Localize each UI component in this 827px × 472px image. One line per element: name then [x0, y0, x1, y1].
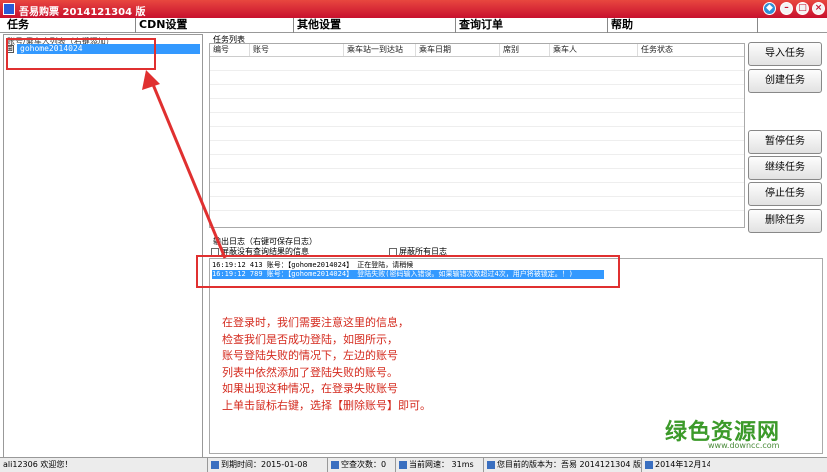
- grid-line: [210, 126, 744, 127]
- annotation-line: 账号登陆失败的情况下，左边的账号: [222, 349, 398, 362]
- minimize-button[interactable]: –: [780, 2, 793, 15]
- info-icon: [211, 460, 219, 469]
- column-header-id[interactable]: 编号: [210, 44, 250, 56]
- menu-other-settings[interactable]: 其他设置: [294, 18, 456, 33]
- annotation-line: 如果出现这种情况，在登录失败账号: [222, 382, 398, 395]
- menu-query-order[interactable]: 查询订单: [456, 18, 608, 33]
- column-header-account[interactable]: 账号: [250, 44, 344, 56]
- calendar-icon: [645, 460, 653, 469]
- grid-line: [210, 112, 744, 113]
- column-header-status[interactable]: 任务状态: [638, 44, 744, 56]
- menu-help[interactable]: 帮助: [608, 18, 758, 33]
- status-empty-count-text: 空查次数：0: [341, 460, 387, 469]
- import-task-button[interactable]: 导入任务: [748, 42, 822, 66]
- close-button[interactable]: ×: [812, 2, 825, 15]
- log-caption: 输出日志（右键可保存日志）: [213, 237, 317, 246]
- resume-task-button[interactable]: 继续任务: [748, 156, 822, 180]
- menu-bar: 任务 CDN设置 其他设置 查询订单 帮助: [0, 18, 827, 33]
- menu-task[interactable]: 任务: [4, 18, 136, 33]
- version-icon: [487, 460, 495, 469]
- status-empty-count: 空查次数：0: [328, 458, 396, 472]
- grid-line: [210, 140, 744, 141]
- annotation-line: 在登录时，我们需要注意这里的信息，: [222, 316, 409, 329]
- column-header-passenger[interactable]: 乘车人: [550, 44, 638, 56]
- grid-line: [210, 84, 744, 85]
- watermark-url: www.downcc.com: [708, 441, 780, 450]
- maximize-button[interactable]: □: [796, 2, 809, 15]
- window-title: 吾易购票 2014121304 版: [19, 7, 146, 18]
- status-expire: 到期时间：2015-01-08: [208, 458, 328, 472]
- speed-icon: [399, 460, 407, 469]
- grid-line: [210, 210, 744, 211]
- column-header-route[interactable]: 乘车站一到达站: [344, 44, 416, 56]
- status-speed-label: 当前网速：: [409, 460, 449, 469]
- column-header-date[interactable]: 乘车日期: [416, 44, 500, 56]
- account-list-panel[interactable]: 账号/乘车人列表（右键添加） ⊞ gohome2014024: [3, 34, 203, 458]
- column-header-seat[interactable]: 席别: [500, 44, 550, 56]
- stop-task-button[interactable]: 停止任务: [748, 182, 822, 206]
- grid-line: [210, 70, 744, 71]
- status-version-text: 您目前的版本为：吾易 2014121304 版: [497, 460, 641, 469]
- log-highlight-box: [196, 255, 620, 288]
- menu-cdn-settings[interactable]: CDN设置: [136, 18, 294, 33]
- status-date: 2014年12月14: [642, 458, 710, 472]
- status-user: ali12306 欢迎您！: [0, 458, 208, 472]
- skin-icon[interactable]: ◆: [763, 2, 776, 15]
- grid-line: [210, 196, 744, 197]
- task-list-group: 任务列表 编号 账号 乘车站一到达站 乘车日期 席别 乘车人 任务状态: [207, 34, 745, 230]
- header-divider: [210, 56, 744, 57]
- grid-line: [210, 98, 744, 99]
- status-expire-text: 到期时间：2015-01-08: [221, 460, 308, 469]
- create-task-button[interactable]: 创建任务: [748, 69, 822, 93]
- grid-line: [210, 154, 744, 155]
- status-date-text: 2014年12月14: [655, 460, 710, 469]
- account-highlight-box: [6, 38, 156, 70]
- status-bar: ali12306 欢迎您！ 到期时间：2015-01-08 空查次数：0 当前网…: [0, 457, 827, 472]
- annotation-line: 上单击鼠标右键，选择【删除账号】即可。: [222, 398, 431, 412]
- title-bar: 吾易购票 2014121304 版 ◆ – □ ×: [0, 0, 827, 18]
- delete-task-button[interactable]: 删除任务: [748, 209, 822, 233]
- grid-line: [210, 182, 744, 183]
- annotation-text: 在登录时，我们需要注意这里的信息， 检查我们是否成功登陆，如图所示， 账号登陆失…: [222, 315, 431, 414]
- status-speed-value: 31ms: [451, 460, 474, 469]
- annotation-line: 检查我们是否成功登陆，如图所示，: [222, 332, 398, 346]
- status-version: 您目前的版本为：吾易 2014121304 版: [484, 458, 642, 472]
- app-icon: [3, 3, 15, 15]
- stats-icon: [331, 460, 339, 469]
- status-speed: 当前网速： 31ms: [396, 458, 484, 472]
- pause-task-button[interactable]: 暂停任务: [748, 130, 822, 154]
- annotation-line: 列表中依然添加了登陆失败的账号。: [222, 365, 398, 379]
- grid-line: [210, 168, 744, 169]
- task-table[interactable]: 编号 账号 乘车站一到达站 乘车日期 席别 乘车人 任务状态: [209, 43, 745, 228]
